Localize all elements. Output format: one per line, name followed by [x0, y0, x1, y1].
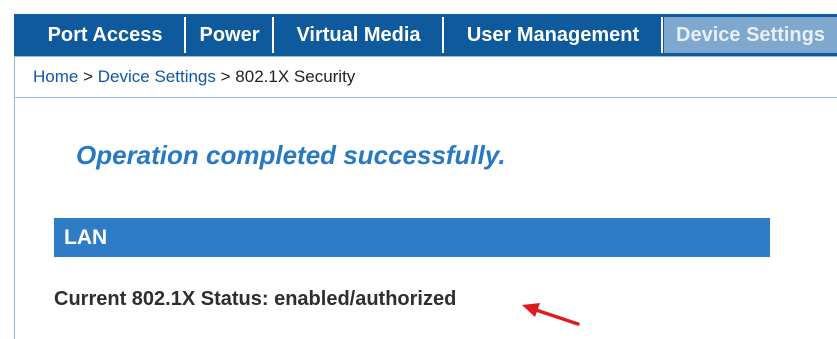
status-line: Current 802.1X Status: enabled/authorize… [54, 288, 456, 311]
success-message: Operation completed successfully. [76, 140, 506, 170]
breadcrumb: Home > Device Settings > 802.1X Security [15, 56, 837, 98]
tab-port-access[interactable]: Port Access [26, 17, 186, 53]
annotation-arrow-icon [522, 303, 580, 326]
status-value: enabled/authorized [274, 288, 457, 310]
tab-device-settings[interactable]: Device Settings [664, 17, 837, 53]
breadcrumb-current-page: 802.1X Security [235, 67, 356, 86]
breadcrumb-separator: > [83, 67, 94, 86]
tab-virtual-media[interactable]: Virtual Media [275, 17, 444, 53]
status-label: Current 802.1X Status: [54, 288, 269, 310]
breadcrumb-separator: > [220, 67, 231, 86]
top-navigation-bar: Port Access Power Virtual Media User Man… [14, 14, 837, 56]
tab-user-management[interactable]: User Management [445, 17, 663, 53]
tab-power[interactable]: Power [187, 17, 274, 53]
breadcrumb-home-link[interactable]: Home [33, 67, 78, 86]
lan-section-header: LAN [54, 218, 770, 257]
breadcrumb-device-settings-link[interactable]: Device Settings [98, 67, 216, 86]
